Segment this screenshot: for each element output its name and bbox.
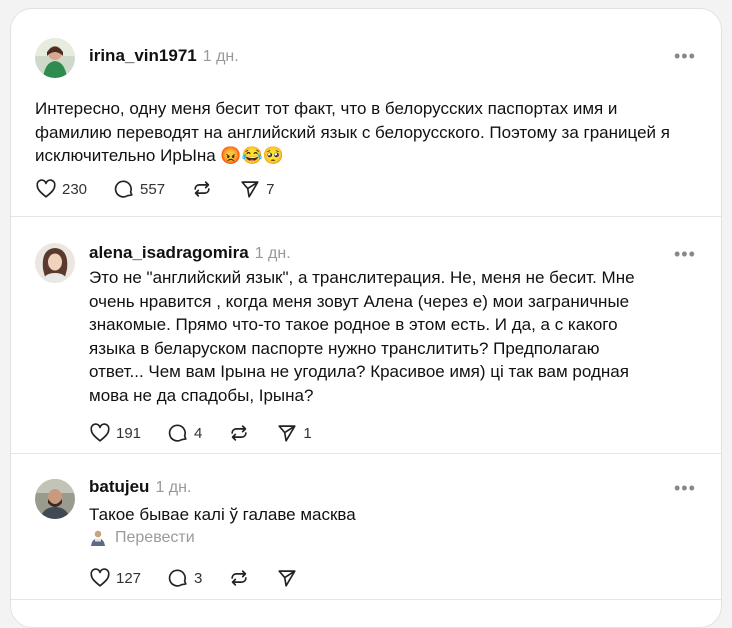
comment-bubble-icon: [168, 569, 187, 587]
divider: [11, 599, 721, 600]
send-icon: [278, 570, 296, 587]
thread-card: irina_vin1971 1 дн. ••• Интересно, одну м…: [10, 8, 722, 628]
share-count: 1: [303, 424, 312, 442]
post-actions: 127 3: [89, 566, 324, 590]
like-button[interactable]: 230: [35, 178, 87, 200]
repost-button[interactable]: [228, 422, 250, 444]
comment-button[interactable]: 3: [167, 567, 202, 589]
share-count: 7: [266, 180, 275, 198]
post: irina_vin1971 1 дн. ••• Интересно, одну м…: [11, 9, 721, 217]
like-count: 191: [116, 424, 142, 442]
share-button[interactable]: 7: [239, 178, 274, 200]
post: alena_isadragomira 1 дн. ••• Это не "англ…: [11, 217, 721, 453]
translate-label[interactable]: Перевести: [115, 529, 195, 547]
send-icon: [278, 425, 296, 442]
username-text[interactable]: irina_vin1971: [89, 46, 197, 65]
post-actions: 191 4 1: [89, 421, 338, 445]
post-actions: 230 557 7: [35, 177, 300, 201]
avatar[interactable]: [35, 243, 75, 283]
post-time: 1 дн.: [155, 479, 192, 496]
post: batujeu 1 дн. ••• Такое бывае калі ў гала…: [11, 454, 721, 614]
repost-icon: [194, 181, 210, 197]
post-text: Такое бывае калі ў галаве масква: [89, 505, 356, 524]
post-username[interactable]: irina_vin1971 1 дн.: [89, 46, 239, 66]
more-icon[interactable]: •••: [674, 479, 696, 497]
avatar[interactable]: [35, 479, 75, 519]
heart-icon: [90, 423, 110, 442]
more-icon[interactable]: •••: [674, 47, 696, 65]
comment-count: 557: [140, 180, 166, 198]
comment-count: 4: [194, 424, 203, 442]
repost-icon: [231, 570, 248, 586]
like-button[interactable]: 127: [89, 567, 141, 589]
comment-count: 3: [194, 569, 203, 587]
username-text[interactable]: batujeu: [89, 477, 149, 496]
more-icon[interactable]: •••: [674, 245, 696, 263]
post-time: 1 дн.: [202, 48, 239, 65]
translate-button[interactable]: Перевести: [89, 529, 195, 547]
heart-icon: [90, 568, 110, 587]
post-username[interactable]: batujeu 1 дн.: [89, 477, 191, 497]
comment-bubble-icon: [114, 180, 133, 198]
translate-icon: [91, 530, 105, 546]
share-button[interactable]: [276, 567, 298, 589]
like-button[interactable]: 191: [89, 422, 141, 444]
repost-icon: [231, 425, 248, 441]
comment-button[interactable]: 557: [113, 178, 165, 200]
comment-button[interactable]: 4: [167, 422, 202, 444]
post-username[interactable]: alena_isadragomira 1 дн.: [89, 243, 291, 263]
username-text[interactable]: alena_isadragomira: [89, 243, 249, 262]
avatar[interactable]: [35, 38, 75, 78]
repost-button[interactable]: [228, 567, 250, 589]
like-count: 127: [116, 569, 142, 587]
like-count: 230: [62, 180, 88, 198]
send-icon: [241, 181, 259, 198]
post-time: 1 дн.: [254, 245, 291, 262]
repost-button[interactable]: [191, 178, 213, 200]
heart-icon: [36, 179, 56, 198]
share-button[interactable]: 1: [276, 422, 312, 444]
post-text: Это не "английский язык", а транслитерац…: [89, 268, 635, 405]
comment-bubble-icon: [168, 424, 187, 442]
post-text: Интересно, одну меня бесит тот факт, что…: [35, 99, 670, 165]
